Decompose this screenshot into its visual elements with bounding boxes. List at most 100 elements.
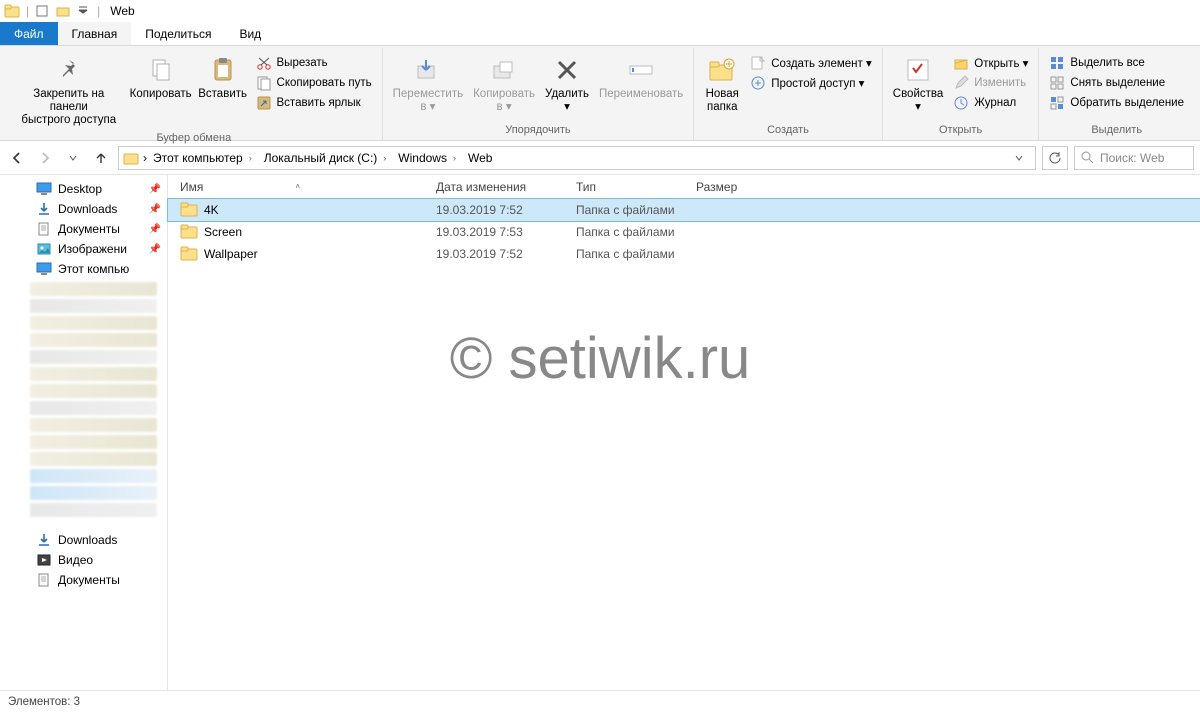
delete-label: Удалить ▾ — [545, 88, 589, 114]
crumb-3-label: Web — [468, 151, 492, 165]
sidebar-item-downloads-2[interactable]: Downloads — [0, 530, 167, 550]
moveto-icon — [412, 54, 444, 86]
pin-quickaccess-button[interactable]: Закрепить на панели быстрого доступа — [12, 52, 126, 130]
sidebar-item-pictures[interactable]: Изображени 📌 — [0, 239, 167, 259]
copypath-button[interactable]: Скопировать путь — [252, 74, 376, 92]
chevron-icon[interactable]: › — [449, 153, 460, 163]
ribbon-group-create: Новая папка Создать элемент ▾ Простой до… — [694, 48, 883, 140]
document-icon — [36, 221, 52, 237]
edit-icon — [953, 75, 969, 91]
properties-icon — [902, 54, 934, 86]
sidebar-blurred-item — [30, 486, 157, 500]
pin-indicator-icon: 📌 — [149, 244, 161, 255]
copy-button[interactable]: Копировать — [128, 52, 194, 103]
crumb-1[interactable]: Локальный диск (C:)› — [262, 151, 393, 165]
history-button[interactable]: Журнал — [949, 94, 1032, 112]
newitem-button[interactable]: Создать элемент ▾ — [746, 54, 876, 72]
moveto-button[interactable]: Переместить в ▾ — [389, 52, 467, 116]
tab-view[interactable]: Вид — [225, 22, 275, 45]
sidebar-item-downloads[interactable]: Downloads 📌 — [0, 199, 167, 219]
col-type[interactable]: Тип — [576, 180, 696, 194]
sidebar-blurred-item — [30, 282, 157, 296]
status-item-count: Элементов: 3 — [8, 696, 80, 708]
file-row[interactable]: Wallpaper19.03.2019 7:52Папка с файлами — [168, 243, 1200, 265]
col-date[interactable]: Дата изменения — [436, 180, 576, 194]
navigation-pane[interactable]: Desktop 📌 Downloads 📌 Документы 📌 Изобра… — [0, 175, 168, 690]
qat-icon[interactable] — [35, 3, 51, 19]
paste-shortcut-button[interactable]: Вставить ярлык — [252, 94, 376, 112]
sort-caret-icon: ˄ — [295, 182, 300, 191]
create-group-label: Создать — [767, 122, 809, 140]
rename-button[interactable]: Переименовать — [595, 52, 687, 103]
crumb-0[interactable]: Этот компьютер› — [151, 151, 258, 165]
history-icon — [953, 95, 969, 111]
chevron-icon[interactable]: › — [245, 153, 256, 163]
address-bar[interactable]: › Этот компьютер› Локальный диск (C:)› W… — [118, 146, 1036, 170]
recent-dropdown[interactable] — [62, 147, 84, 169]
search-box[interactable]: Поиск: Web — [1074, 146, 1194, 170]
sidebar-blurred-item — [30, 418, 157, 432]
invert-icon — [1049, 95, 1065, 111]
paste-button[interactable]: Вставить — [196, 52, 250, 103]
selectnone-icon — [1049, 75, 1065, 91]
copypath-label: Скопировать путь — [277, 77, 372, 89]
search-placeholder: Поиск: Web — [1100, 151, 1164, 165]
sidebar-item-video[interactable]: Видео — [0, 550, 167, 570]
column-headers[interactable]: Имя˄ Дата изменения Тип Размер — [168, 175, 1200, 199]
copyto-button[interactable]: Копировать в ▾ — [469, 52, 539, 116]
sidebar-blurred-item — [30, 299, 157, 313]
paste-icon — [207, 54, 239, 86]
sidebar-item-documents-2[interactable]: Документы — [0, 570, 167, 590]
col-name[interactable]: Имя˄ — [180, 180, 436, 194]
tab-home[interactable]: Главная — [58, 22, 132, 45]
sidebar-blurred-item — [30, 452, 157, 466]
file-name: Screen — [204, 225, 436, 239]
tab-share[interactable]: Поделиться — [131, 22, 225, 45]
organize-group-label: Упорядочить — [505, 122, 570, 140]
chevron-icon[interactable]: › — [379, 153, 390, 163]
window-title: Web — [106, 4, 134, 18]
tab-file[interactable]: Файл — [0, 22, 58, 45]
easyaccess-button[interactable]: Простой доступ ▾ — [746, 74, 876, 92]
forward-button[interactable] — [34, 147, 56, 169]
folder-icon — [180, 245, 198, 263]
selectall-button[interactable]: Выделить все — [1045, 54, 1188, 72]
crumb-2[interactable]: Windows› — [396, 151, 462, 165]
cut-button[interactable]: Вырезать — [252, 54, 376, 72]
newfolder-button[interactable]: Новая папка — [700, 52, 744, 116]
sidebar-blurred-item — [30, 401, 157, 415]
ribbon-group-clipboard: Закрепить на панели быстрого доступа Коп… — [6, 48, 383, 140]
selectall-label: Выделить все — [1070, 57, 1144, 69]
sidebar-label: Документы — [58, 573, 120, 587]
sidebar-blurred-item — [30, 435, 157, 449]
address-dropdown[interactable] — [1007, 147, 1031, 169]
refresh-button[interactable] — [1042, 146, 1068, 170]
sidebar-label: Документы — [58, 222, 120, 236]
qat-dropdown-icon[interactable] — [75, 3, 91, 19]
selectnone-label: Снять выделение — [1070, 77, 1165, 89]
col-size[interactable]: Размер — [696, 180, 776, 194]
folder-icon — [4, 3, 20, 19]
sidebar-item-desktop[interactable]: Desktop 📌 — [0, 179, 167, 199]
sidebar-blurred-item — [30, 503, 157, 517]
properties-button[interactable]: Свойства ▾ — [889, 52, 948, 116]
crumb-3[interactable]: Web — [466, 151, 494, 165]
copy-icon — [145, 54, 177, 86]
address-root-chevron[interactable]: › — [143, 151, 147, 165]
file-type: Папка с файлами — [576, 247, 696, 261]
ribbon-group-select: Выделить все Снять выделение Обратить вы… — [1039, 48, 1194, 140]
file-row[interactable]: Screen19.03.2019 7:53Папка с файлами — [168, 221, 1200, 243]
invert-button[interactable]: Обратить выделение — [1045, 94, 1188, 112]
back-button[interactable] — [6, 147, 28, 169]
folder-icon — [180, 223, 198, 241]
sidebar-item-documents[interactable]: Документы 📌 — [0, 219, 167, 239]
up-button[interactable] — [90, 147, 112, 169]
file-row[interactable]: 4K19.03.2019 7:52Папка с файлами — [168, 199, 1200, 221]
selectnone-button[interactable]: Снять выделение — [1045, 74, 1188, 92]
open-button[interactable]: Открыть ▾ — [949, 54, 1032, 72]
sidebar-item-thispc[interactable]: Этот компью — [0, 259, 167, 279]
file-date: 19.03.2019 7:52 — [436, 247, 576, 261]
delete-button[interactable]: Удалить ▾ — [541, 52, 593, 116]
pin-indicator-icon: 📌 — [149, 224, 161, 235]
edit-button[interactable]: Изменить — [949, 74, 1032, 92]
